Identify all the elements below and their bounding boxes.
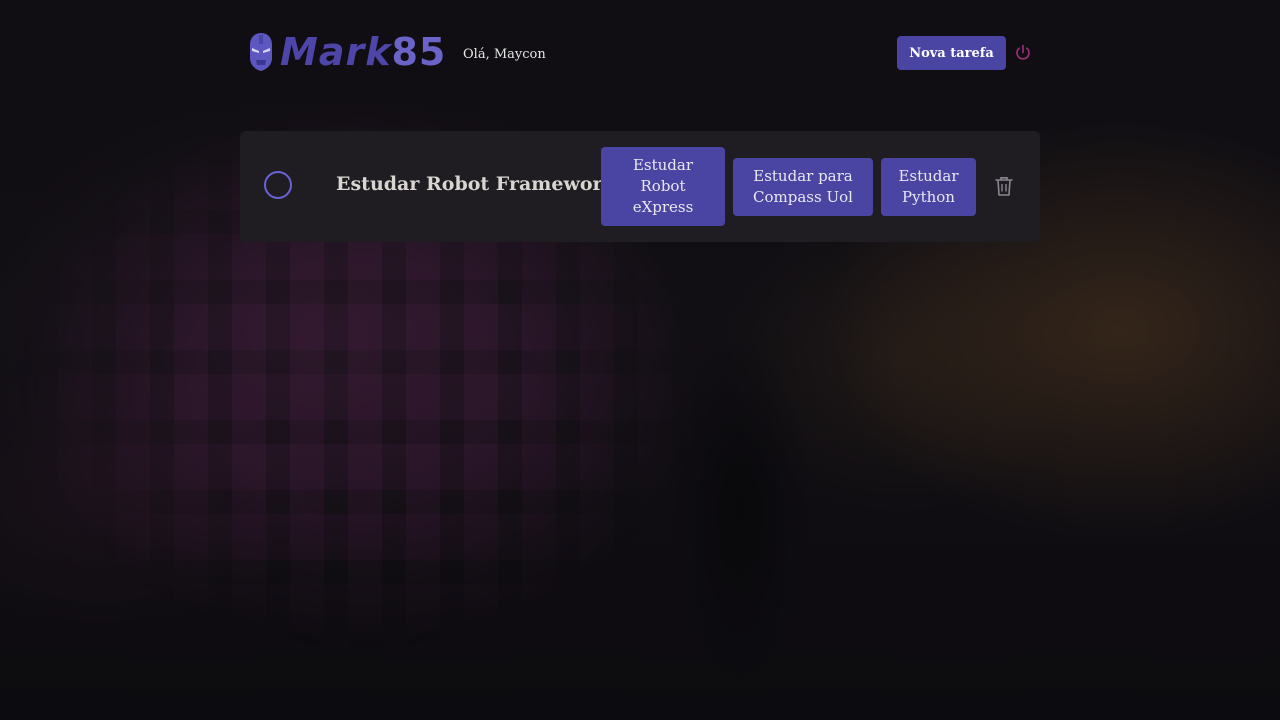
trash-icon[interactable] xyxy=(993,175,1015,197)
logo-text: Mark xyxy=(280,30,392,74)
logo-number: 85 xyxy=(391,30,447,74)
task-tag[interactable]: Estudar Python xyxy=(881,157,976,216)
logo: Mark85 xyxy=(248,32,446,72)
task-tag[interactable]: Estudar para Compass Uol xyxy=(733,157,873,216)
user-greeting: Olá, Maycon xyxy=(463,47,546,62)
iron-man-helmet-icon xyxy=(250,33,272,71)
new-task-button[interactable]: Nova tarefa xyxy=(897,36,1006,70)
task-tags: Estudar Robot eXpress Estudar para Compa… xyxy=(601,147,976,226)
task-complete-checkbox[interactable] xyxy=(264,171,292,199)
task-title: Estudar Robot Framework xyxy=(336,173,616,195)
task-item: Estudar Robot Framework Estudar Robot eX… xyxy=(240,131,1040,242)
logo-wordmark: Mark85 xyxy=(280,32,446,72)
app-header: Mark85 Olá, Maycon Nova tarefa xyxy=(248,30,1032,76)
power-icon[interactable] xyxy=(1014,44,1032,62)
task-tag[interactable]: Estudar Robot eXpress xyxy=(601,147,725,226)
background-overlay xyxy=(0,0,1280,720)
